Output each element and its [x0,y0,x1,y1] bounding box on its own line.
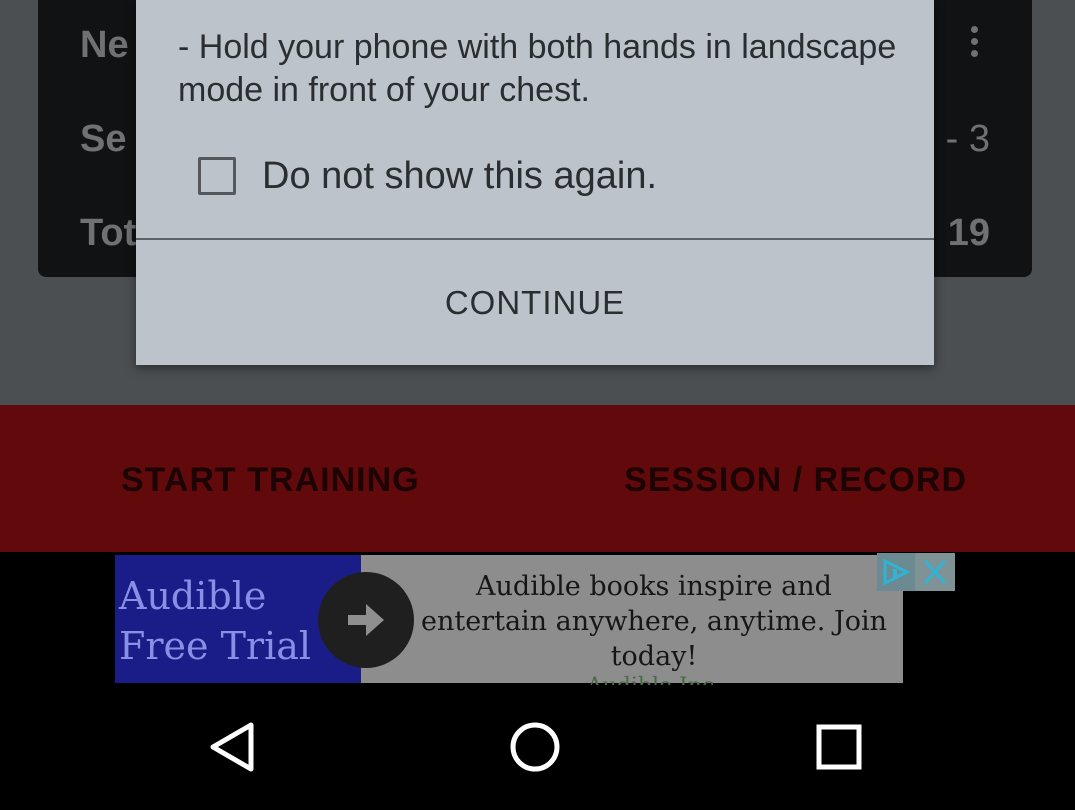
recents-square-icon [816,724,862,770]
ad-choices-triangle-icon [883,558,911,586]
ad-close-icon[interactable] [915,553,955,591]
ad-banner[interactable]: Audible Free Trial Audible books inspire… [115,555,903,699]
back-triangle-icon [210,722,254,772]
ad-copy-text: Audible books inspire and entertain anyw… [420,571,887,672]
info-row-value-sets: - 3 [945,118,990,160]
ad-copy: Audible books inspire and entertain anyw… [415,569,893,700]
overflow-menu-icon [970,26,980,60]
dont-show-again-row[interactable]: Do not show this again. [198,152,657,200]
back-icon[interactable] [205,719,261,775]
info-row-value-total: 19 [947,212,990,254]
ad-choices-icon[interactable] [877,553,915,591]
home-icon[interactable] [507,719,563,775]
close-icon [923,559,947,585]
action-bar: START TRAINING SESSION / RECORD [0,405,1075,552]
instruction-dialog: - Hold your phone with both hands in lan… [136,0,934,365]
arrow-right-icon [348,604,384,636]
ad-brand-text: Audible Free Trial [119,574,312,668]
system-nav-bar [0,685,1075,810]
start-training-button[interactable]: START TRAINING [121,461,420,500]
recents-icon[interactable] [811,719,867,775]
info-row-label-sets: Se [80,118,127,160]
dialog-message: - Hold your phone with both hands in lan… [178,28,897,109]
session-record-button[interactable]: SESSION / RECORD [624,461,967,500]
info-row-label-next: Ne [80,24,129,66]
info-row-label-total: Tot [80,212,137,254]
home-circle-icon [510,722,560,772]
dont-show-again-checkbox[interactable] [198,157,236,195]
dont-show-again-label[interactable]: Do not show this again. [262,155,657,198]
ad-arrow-button[interactable] [318,572,414,668]
continue-button[interactable]: CONTINUE [136,240,934,365]
